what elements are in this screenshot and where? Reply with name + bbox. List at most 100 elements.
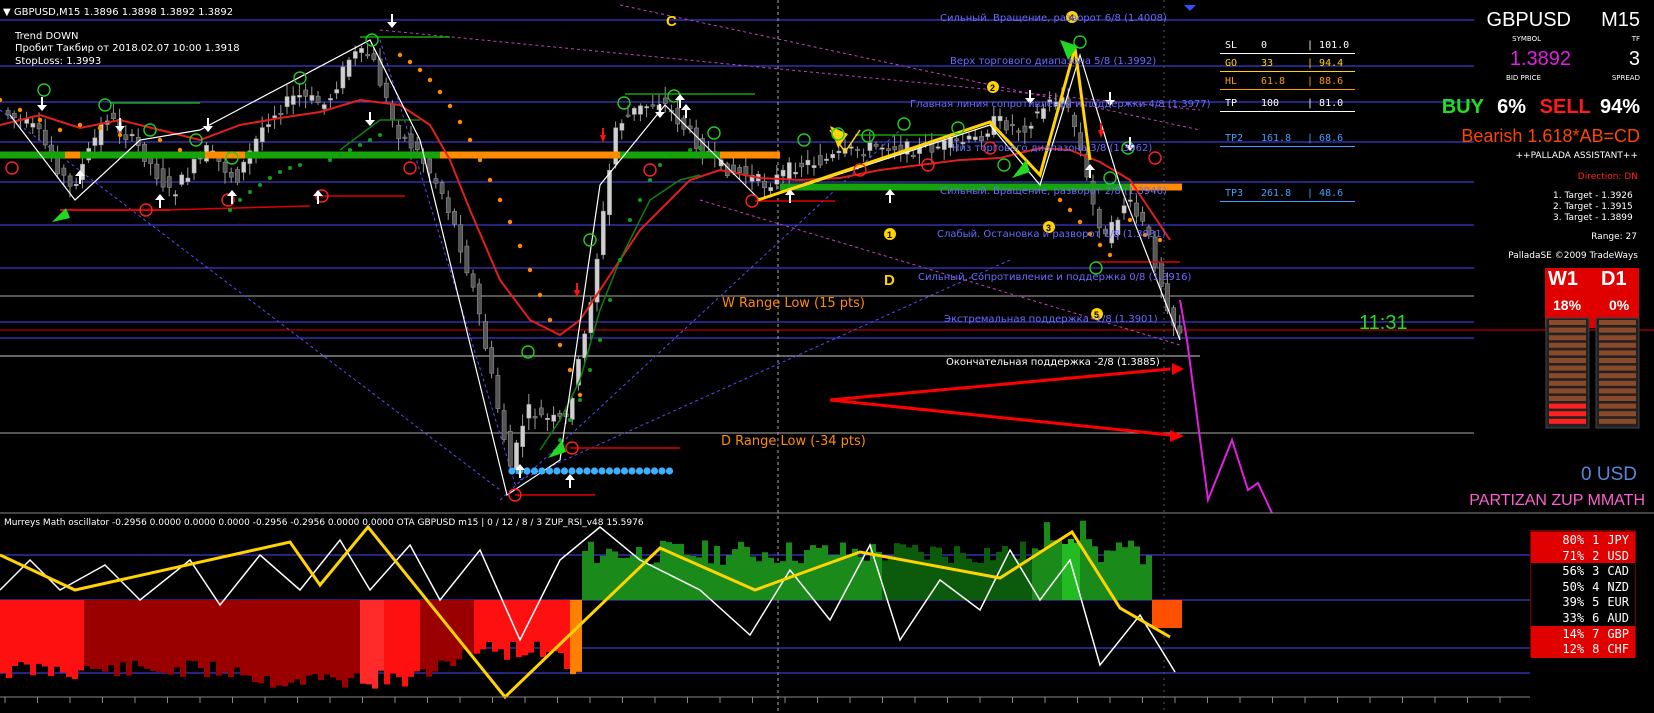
murrey-label: Низ торгового диапазона 3/8 (1.3962) — [952, 143, 1153, 154]
fib-ratio: 261.8 — [1261, 188, 1292, 199]
currency-row-cad: 56% 3 CAD — [1531, 563, 1635, 581]
currency-pct: 80% — [1562, 533, 1585, 547]
spread-caption: SPREAD — [1611, 74, 1640, 82]
w-range-label: W Range Low (15 pts) — [722, 296, 865, 311]
targets-list: 1. Target - 1.3926 2. Target - 1.3915 3.… — [1553, 191, 1633, 224]
w1-percent: 18% — [1553, 297, 1582, 313]
wave-label-1: 1 — [887, 230, 892, 240]
currency-code: NZD — [1607, 579, 1629, 594]
range-label: Range: 27 — [1591, 232, 1637, 242]
murrey-label: Сильный. Вращение, разворот 6/8 (1.4008) — [940, 13, 1167, 24]
pattern-label: Bearish 1.618*AB=CD — [1461, 126, 1640, 146]
fib-row: TP2 161.8 | 68.6 — [1225, 133, 1344, 144]
wave-label-d: D — [884, 272, 895, 289]
profit-label: 0 USD — [1581, 464, 1637, 485]
symbol-caption: SYMBOL — [1512, 35, 1541, 43]
spread-value: 3 — [1628, 48, 1640, 70]
fib-name: SL — [1225, 40, 1238, 51]
fib-ratio: 100 — [1261, 98, 1280, 109]
currency-code: CAD — [1607, 564, 1629, 579]
currency-row-gbp: 14% 7 GBP — [1531, 625, 1635, 643]
bid-price-caption: BID PRICE — [1506, 74, 1541, 82]
bid-price-value: 1.3892 — [1509, 48, 1571, 70]
fib-price: 101.0 — [1319, 40, 1350, 51]
currency-code: AUD — [1607, 611, 1629, 625]
currency-rank: 1 — [1592, 533, 1600, 547]
chart-title: ▼ GBPUSD,M15 1.3896 1.3898 1.3892 1.3892 — [3, 7, 234, 18]
buy-label: BUY — [1441, 96, 1484, 118]
probit-label: Пробит Такбир от 2018.02.07 10:00 1.3918 — [15, 43, 240, 54]
target-3: 3. Target - 1.3899 — [1553, 213, 1633, 223]
currency-code: JPY — [1607, 533, 1629, 547]
murrey-label: Окончательная поддержка -2/8 (1.3885) — [946, 357, 1160, 368]
fib-line — [1220, 53, 1355, 54]
fib-name: HL — [1225, 76, 1238, 87]
currency-row-eur: 39% 5 EUR — [1531, 594, 1635, 612]
target-2: 2. Target - 1.3915 — [1553, 202, 1633, 212]
wave-label-c: C — [666, 13, 677, 30]
currency-pct: 39% — [1562, 595, 1585, 610]
fib-line — [1220, 89, 1355, 90]
murrey-label: Сильный. Сопротивление и поддержка 0/8 (… — [918, 272, 1192, 283]
currency-pct: 71% — [1562, 548, 1585, 563]
buy-percent: 6% — [1497, 96, 1527, 118]
currency-pct: 56% — [1562, 564, 1585, 579]
currency-row-chf: 12% 8 CHF — [1531, 641, 1635, 659]
currency-pct: 50% — [1562, 579, 1585, 594]
fib-ratio: 33 — [1261, 58, 1274, 69]
currency-rank: 3 — [1592, 564, 1600, 579]
sell-percent: 94% — [1599, 96, 1640, 118]
copyright-label: PalladaSE ©2009 TradeWays — [1508, 251, 1638, 261]
chart-canvas[interactable]: C D 1 2 3 4 5 — [0, 0, 1654, 713]
assistant-label: ++PALLADA ASSISTANT++ — [1515, 151, 1639, 161]
currency-rank: 6 — [1592, 611, 1600, 625]
fib-name: TP2 — [1225, 133, 1244, 144]
direction-label: Direction: DN — [1577, 172, 1638, 182]
murrey-label: Сильный. Вращение, разворот 2/8 (1.3946) — [940, 186, 1167, 197]
murrey-label: Экстремальная поддержка -1/8 (1.3901) — [944, 314, 1158, 325]
d1-label: D1 — [1601, 268, 1627, 290]
symbol-value: GBPUSD — [1486, 9, 1571, 31]
currency-row-aud: 33% 6 AUD — [1531, 610, 1635, 627]
fib-name: TP — [1225, 98, 1238, 109]
fib-name: TP3 — [1225, 188, 1244, 199]
murrey-label: Главная линия сопротивления и поддержки … — [910, 99, 1211, 110]
currency-code: USD — [1607, 548, 1629, 563]
fib-price: 48.6 — [1319, 188, 1344, 199]
target-1: 1. Target - 1.3926 — [1553, 191, 1633, 201]
buy-sell-ratio: BUY 6% SELL 94% — [1438, 96, 1640, 119]
currency-pct: 33% — [1562, 611, 1585, 625]
currency-rank: 4 — [1592, 579, 1600, 594]
timeframe-caption: TF — [1631, 35, 1640, 43]
wave-label-2: 2 — [990, 83, 995, 93]
fib-ratio: 161.8 — [1261, 133, 1292, 144]
currency-code: EUR — [1607, 595, 1629, 610]
oscillator-header: Murreys Math oscillator -0.2956 0.0000 0… — [4, 518, 644, 528]
stoploss-label: StopLoss: 1.3993 — [15, 56, 102, 67]
fib-price: 88.6 — [1319, 76, 1344, 87]
fib-price: 94.4 — [1319, 58, 1344, 69]
fib-line — [1220, 146, 1355, 147]
currency-rank: 2 — [1592, 548, 1600, 563]
clock-label: 11:31 — [1359, 312, 1408, 334]
fib-ratio: 61.8 — [1261, 76, 1286, 87]
w1-label: W1 — [1548, 268, 1578, 290]
fib-row: SL 0 | 101.0 — [1225, 40, 1350, 51]
fib-line — [1220, 71, 1355, 72]
currency-row-nzd: 50% 4 NZD — [1531, 578, 1635, 596]
fib-line — [1220, 201, 1355, 202]
currency-code: CHF — [1607, 642, 1629, 657]
zup-label: PARTIZAN ZUP MMATH — [1469, 492, 1645, 509]
fib-row: HL 61.8 | 88.6 — [1225, 76, 1344, 87]
d-range-label: D Range Low (-34 pts) — [721, 434, 866, 449]
timeframe-value: M15 — [1601, 9, 1640, 31]
trend-label: Trend DOWN — [15, 31, 79, 42]
fib-ratio: 0 — [1261, 40, 1268, 51]
currency-rank: 5 — [1592, 595, 1600, 610]
fib-price: 68.6 — [1319, 133, 1344, 144]
fib-line — [1220, 111, 1355, 112]
fib-row: TP3 261.8 | 48.6 — [1225, 188, 1344, 199]
sell-label: SELL — [1539, 96, 1591, 118]
fib-price: 81.0 — [1319, 98, 1344, 109]
murrey-label: Слабый. Остановка и разворот 1/8 (1.3931… — [937, 229, 1166, 240]
